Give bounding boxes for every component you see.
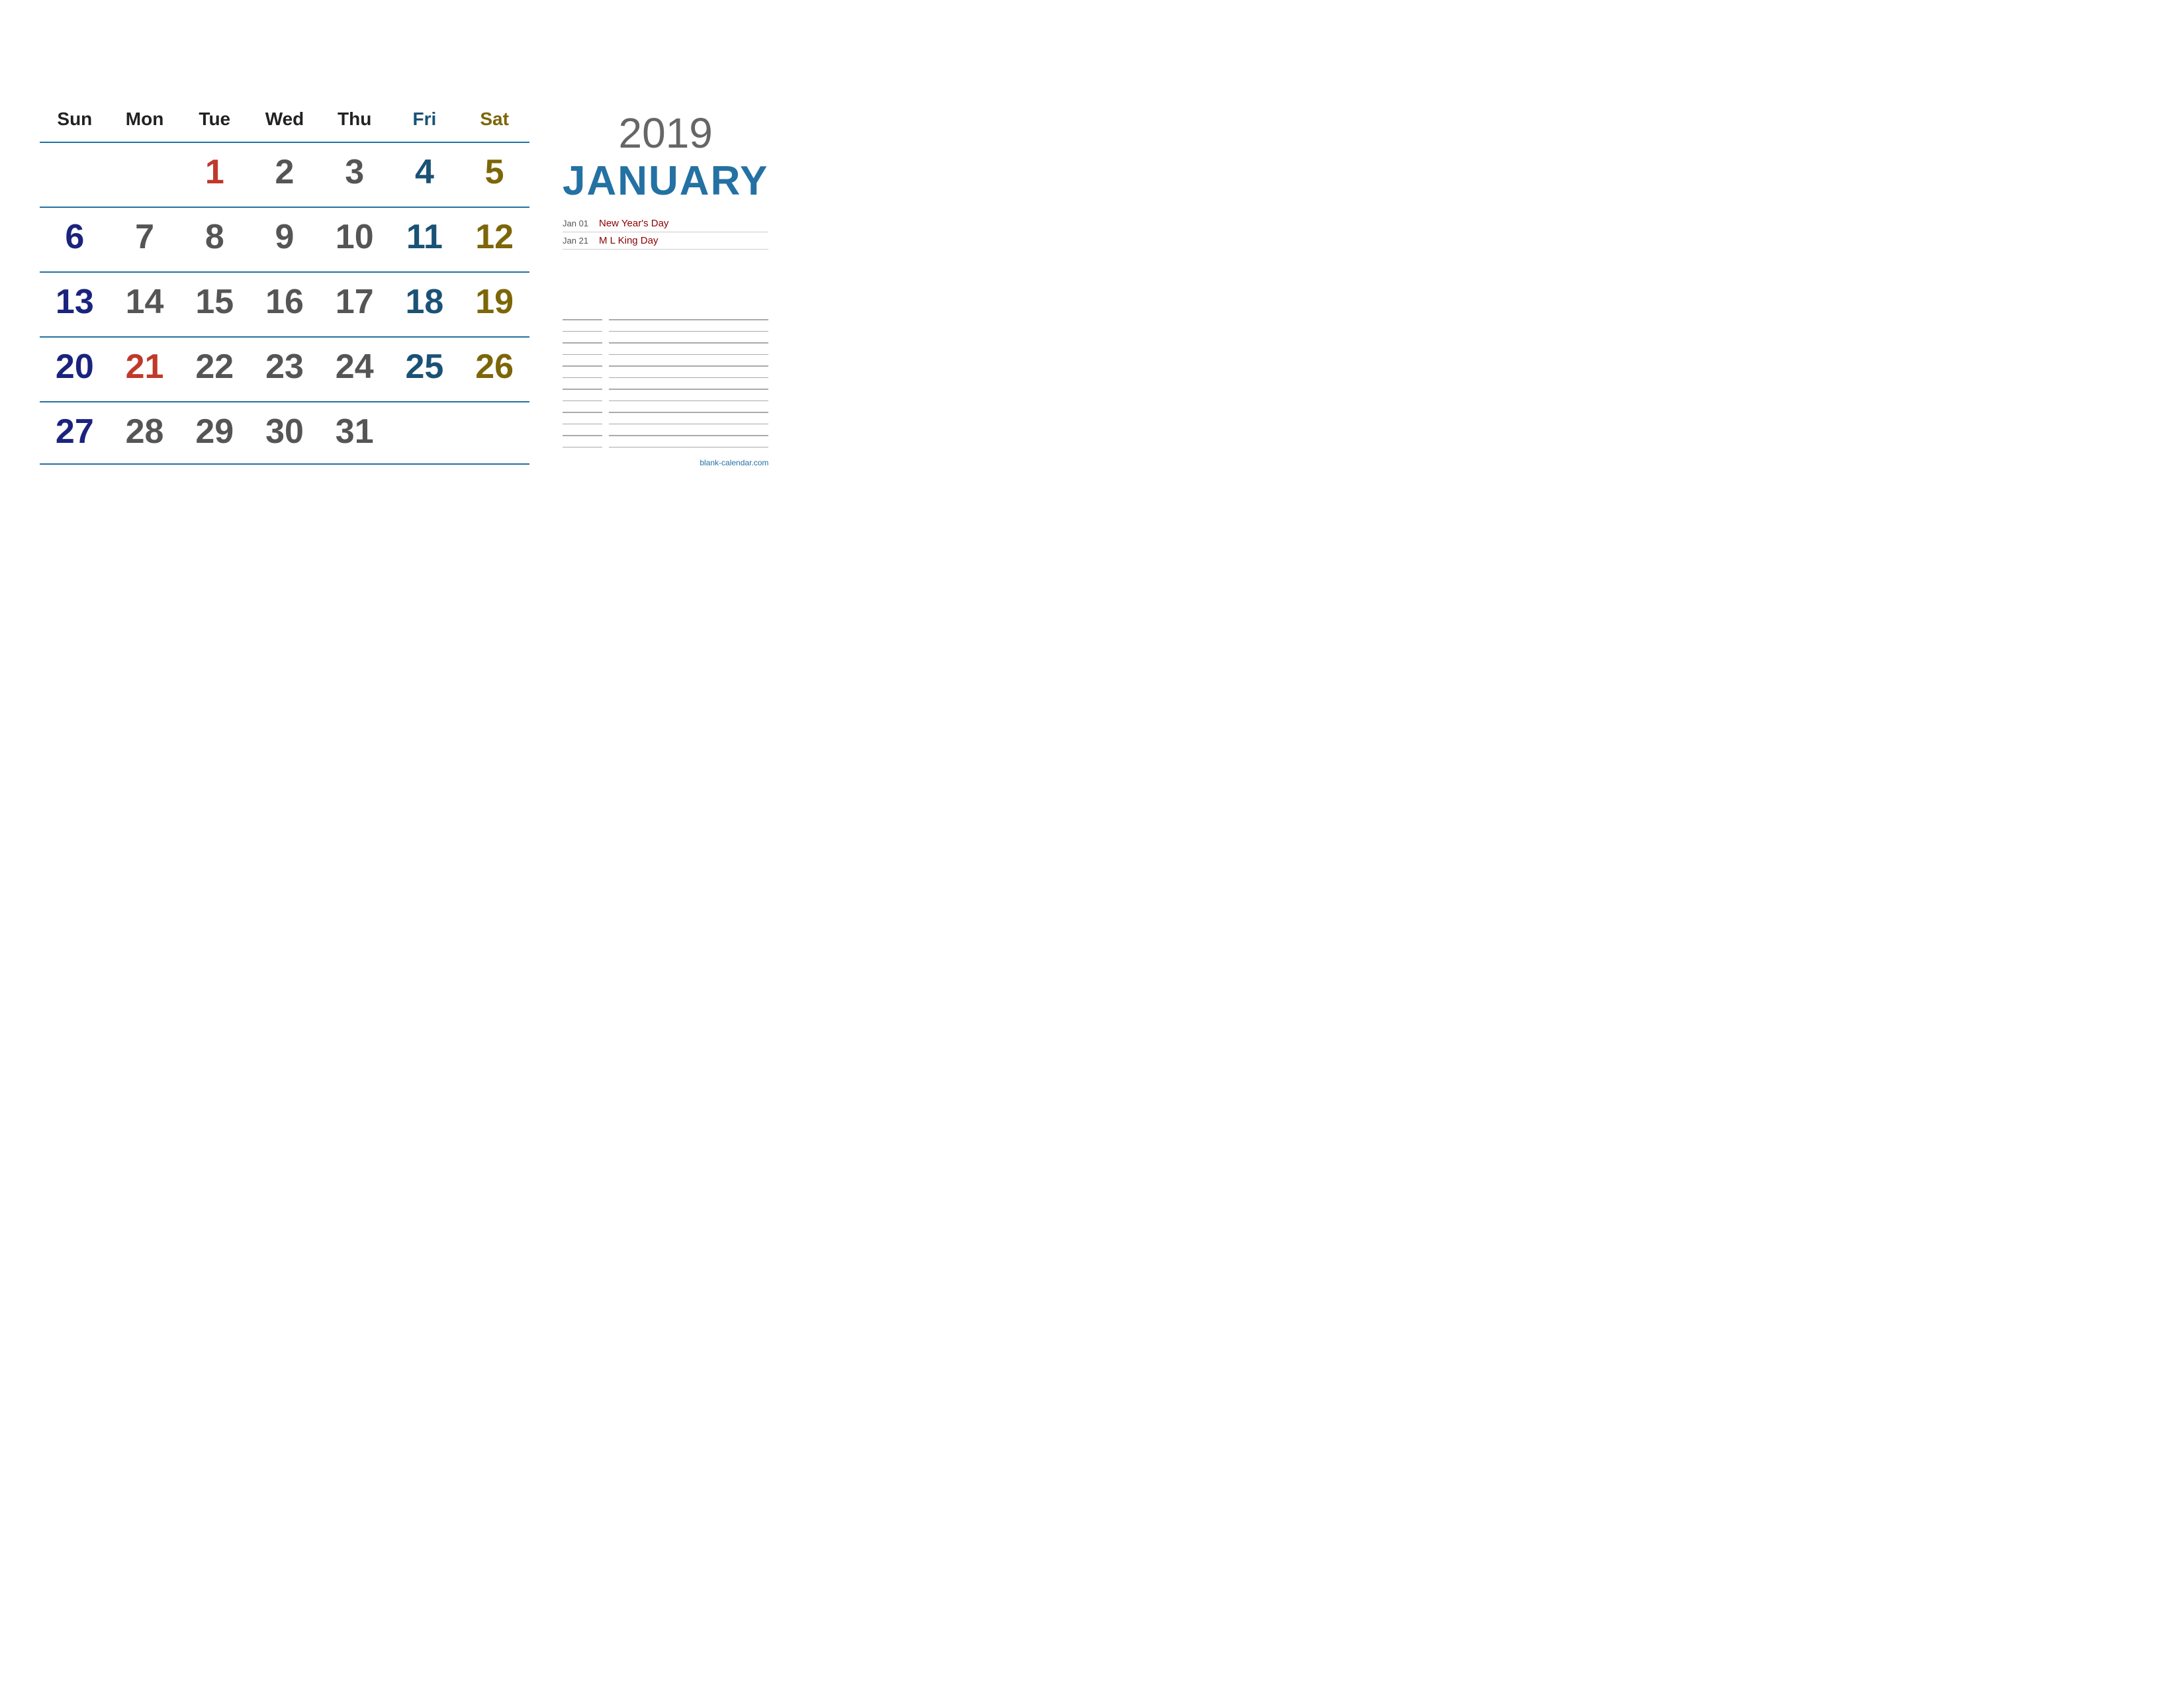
holiday-row: Jan 01New Year's Day bbox=[563, 218, 768, 230]
header-sat: Sat bbox=[459, 102, 529, 136]
day-cell: 23 bbox=[250, 342, 320, 392]
note-date-underline bbox=[563, 331, 602, 332]
note-date-underline bbox=[563, 377, 602, 379]
note-line bbox=[563, 389, 768, 390]
day-cell: 29 bbox=[179, 406, 250, 457]
calendar-left: Sun Mon Tue Wed Thu Fri Sat 123456789101… bbox=[40, 102, 529, 467]
day-cell: 10 bbox=[320, 212, 390, 262]
day-cell: 17 bbox=[320, 277, 390, 327]
day-cell: 8 bbox=[179, 212, 250, 262]
week-row: 12345 bbox=[40, 142, 529, 204]
note-date-underline bbox=[563, 342, 602, 344]
day-cell: 27 bbox=[40, 406, 110, 457]
note-text-underline bbox=[609, 435, 768, 436]
day-cell: 14 bbox=[110, 277, 180, 327]
holiday-name: New Year's Day bbox=[599, 218, 768, 229]
day-cell: 28 bbox=[110, 406, 180, 457]
day-cell: 1 bbox=[179, 147, 250, 197]
note-text-underline bbox=[609, 365, 768, 367]
notes-section bbox=[563, 319, 768, 451]
note-date-underline bbox=[563, 424, 602, 425]
weeks-container: 1234567891011121314151617181920212223242… bbox=[40, 142, 529, 465]
day-cell: 16 bbox=[250, 277, 320, 327]
holiday-date: Jan 21 bbox=[563, 236, 599, 246]
note-text-underline bbox=[609, 424, 768, 425]
day-cell: 22 bbox=[179, 342, 250, 392]
day-cell: 6 bbox=[40, 212, 110, 262]
day-cell: 24 bbox=[320, 342, 390, 392]
day-cell: 26 bbox=[459, 342, 529, 392]
note-date-underline bbox=[563, 365, 602, 367]
day-cell: 15 bbox=[179, 277, 250, 327]
header-mon: Mon bbox=[110, 102, 180, 136]
header-tue: Tue bbox=[179, 102, 250, 136]
holiday-name: M L King Day bbox=[599, 235, 768, 246]
day-cell: 30 bbox=[250, 406, 320, 457]
header-fri: Fri bbox=[390, 102, 460, 136]
day-cell: 2 bbox=[250, 147, 320, 197]
day-cell: 13 bbox=[40, 277, 110, 327]
note-line bbox=[563, 319, 768, 320]
note-date-underline bbox=[563, 400, 602, 402]
note-date-underline bbox=[563, 435, 602, 436]
note-text-underline bbox=[609, 400, 768, 402]
day-cell: 9 bbox=[250, 212, 320, 262]
calendar-right: 2019 JANUARY Jan 01New Year's DayJan 21M… bbox=[529, 102, 768, 467]
note-text-underline bbox=[609, 331, 768, 332]
note-line bbox=[563, 342, 768, 344]
header-wed: Wed bbox=[250, 102, 320, 136]
week-row: 2728293031 bbox=[40, 401, 529, 465]
note-line bbox=[563, 424, 768, 425]
day-cell: 11 bbox=[390, 212, 460, 262]
day-cell: 18 bbox=[390, 277, 460, 327]
note-text-underline bbox=[609, 412, 768, 413]
week-row: 13141516171819 bbox=[40, 271, 529, 334]
day-cell: 7 bbox=[110, 212, 180, 262]
day-cell: 19 bbox=[459, 277, 529, 327]
note-date-underline bbox=[563, 412, 602, 413]
month-title: JANUARY bbox=[563, 158, 768, 205]
note-text-underline bbox=[609, 319, 768, 320]
note-line bbox=[563, 377, 768, 379]
day-headers: Sun Mon Tue Wed Thu Fri Sat bbox=[40, 102, 529, 136]
footer-url: blank-calendar.com bbox=[563, 458, 768, 467]
day-cell: 31 bbox=[320, 406, 390, 457]
note-line bbox=[563, 412, 768, 413]
day-cell: 3 bbox=[320, 147, 390, 197]
holidays-section: Jan 01New Year's DayJan 21M L King Day bbox=[563, 218, 768, 312]
note-text-underline bbox=[609, 354, 768, 355]
day-cell: 25 bbox=[390, 342, 460, 392]
note-line bbox=[563, 331, 768, 332]
calendar-container: Sun Mon Tue Wed Thu Fri Sat 123456789101… bbox=[13, 75, 715, 487]
holiday-separator bbox=[563, 249, 768, 250]
year-title: 2019 bbox=[563, 109, 768, 158]
note-line bbox=[563, 400, 768, 402]
day-cell: 5 bbox=[459, 147, 529, 197]
day-cell: 12 bbox=[459, 212, 529, 262]
day-cell: 20 bbox=[40, 342, 110, 392]
note-date-underline bbox=[563, 389, 602, 390]
note-date-underline bbox=[563, 447, 602, 448]
week-row: 20212223242526 bbox=[40, 336, 529, 399]
header-sun: Sun bbox=[40, 102, 110, 136]
note-line bbox=[563, 447, 768, 448]
day-cell: 21 bbox=[110, 342, 180, 392]
note-line bbox=[563, 435, 768, 436]
note-date-underline bbox=[563, 319, 602, 320]
header-thu: Thu bbox=[320, 102, 390, 136]
week-row: 6789101112 bbox=[40, 207, 529, 269]
note-text-underline bbox=[609, 342, 768, 344]
note-text-underline bbox=[609, 389, 768, 390]
note-date-underline bbox=[563, 354, 602, 355]
note-line bbox=[563, 365, 768, 367]
note-text-underline bbox=[609, 447, 768, 448]
note-text-underline bbox=[609, 377, 768, 379]
note-line bbox=[563, 354, 768, 355]
holiday-date: Jan 01 bbox=[563, 218, 599, 228]
day-cell: 4 bbox=[390, 147, 460, 197]
holiday-row: Jan 21M L King Day bbox=[563, 235, 768, 248]
